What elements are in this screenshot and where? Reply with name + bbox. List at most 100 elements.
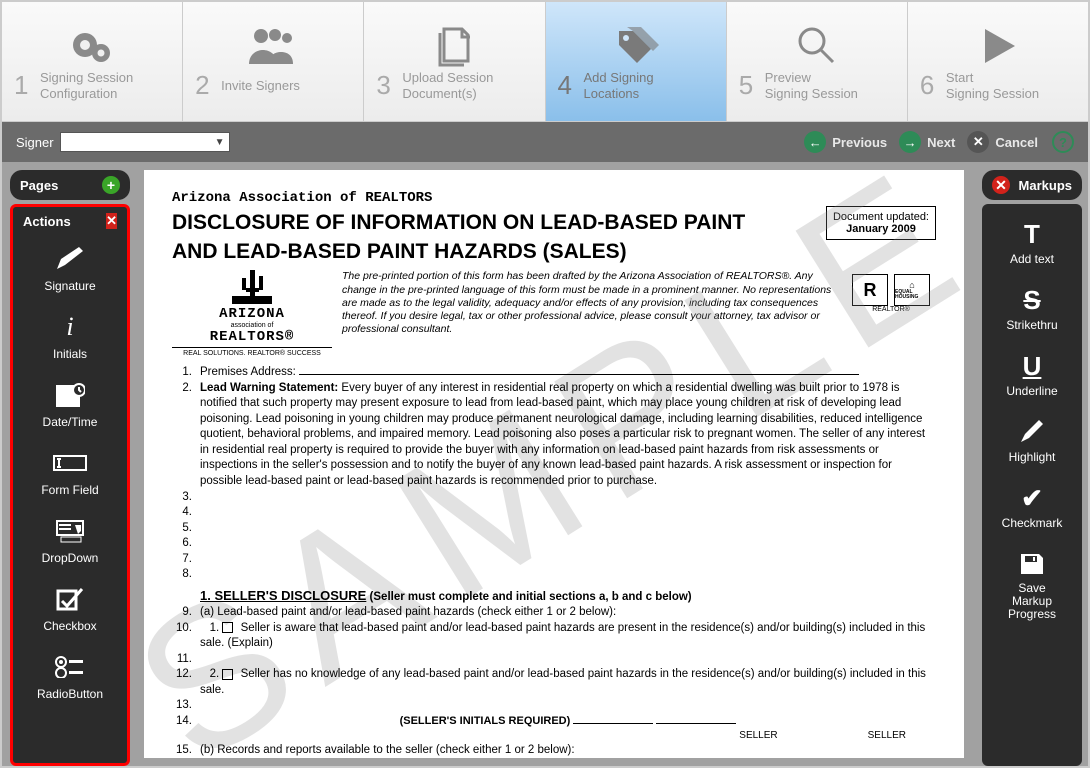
- markups-panel: T Add text S Strikethru U Underline High…: [982, 204, 1082, 766]
- tool-checkbox[interactable]: Checkbox: [17, 575, 123, 643]
- play-icon: [968, 22, 1028, 70]
- tool-initials[interactable]: i Initials: [17, 303, 123, 371]
- close-icon: ✕: [967, 131, 989, 153]
- tool-radiobutton[interactable]: RadioButton: [17, 643, 123, 711]
- step-label: Invite Signers: [221, 78, 300, 94]
- document-page: SAMPLE Arizona Association of REALTORS D…: [144, 170, 964, 758]
- step-label: Add SigningLocations: [584, 70, 654, 101]
- step-label: Upload SessionDocument(s): [402, 70, 493, 101]
- updated-value: January 2009: [831, 223, 931, 235]
- tool-label: Highlight: [1009, 450, 1056, 464]
- step-4[interactable]: 4 Add SigningLocations: [546, 2, 727, 121]
- cactus-icon: [232, 270, 272, 304]
- initials-icon: i: [52, 313, 88, 341]
- checkbox-field[interactable]: [222, 669, 233, 680]
- realtor-r-icon: R: [852, 274, 888, 306]
- tool-label: Strikethru: [1006, 318, 1057, 332]
- warning-text: Every buyer of any interest in residenti…: [200, 382, 925, 487]
- updated-box: Document updated: January 2009: [826, 206, 936, 240]
- step-label: Signing SessionConfiguration: [40, 70, 133, 101]
- realtor-logos: R ⌂EQUAL HOUSING: [846, 274, 936, 306]
- tool-label: Checkbox: [43, 619, 96, 633]
- doc-title-2: AND LEAD-BASED PAINT HAZARDS (SALES): [172, 239, 814, 264]
- arrow-left-icon: ←: [804, 131, 826, 153]
- people-icon: [243, 22, 303, 70]
- magnifier-icon: [787, 22, 847, 70]
- step-number: 6: [920, 70, 938, 101]
- step-label: StartSigning Session: [946, 70, 1039, 101]
- app-window: 1 Signing SessionConfiguration 2 Invite …: [0, 0, 1090, 768]
- arrow-right-icon: →: [899, 131, 921, 153]
- step-number: 5: [739, 70, 757, 101]
- disclaimer: The pre-printed portion of this form has…: [342, 270, 836, 336]
- tags-icon: [606, 22, 666, 70]
- dropdown-icon: [52, 517, 88, 545]
- doc-body: 1.Premises Address: 2.Lead Warning State…: [172, 365, 936, 758]
- previous-label: Previous: [832, 135, 887, 150]
- pages-panel-header[interactable]: Pages +: [10, 170, 130, 200]
- signer-label: Signer: [16, 135, 54, 150]
- previous-button[interactable]: ← Previous: [804, 131, 887, 153]
- plus-icon[interactable]: +: [102, 176, 120, 194]
- document-viewport[interactable]: SAMPLE Arizona Association of REALTORS D…: [130, 170, 978, 766]
- pages-label: Pages: [20, 178, 58, 193]
- markup-strikethru[interactable]: S Strikethru: [984, 276, 1080, 342]
- markup-underline[interactable]: U Underline: [984, 342, 1080, 408]
- tool-datetime[interactable]: 12 Date/Time: [17, 371, 123, 439]
- actions-panel: Actions ✕ Signature i Initials 12 Date/T…: [10, 204, 130, 766]
- close-icon[interactable]: ✕: [992, 176, 1010, 194]
- text-icon: T: [1024, 220, 1040, 248]
- tool-label: Underline: [1006, 384, 1057, 398]
- tool-label: SaveMarkupProgress: [1008, 582, 1056, 622]
- doc-title: DISCLOSURE OF INFORMATION ON LEAD-BASED …: [172, 210, 814, 235]
- tool-label: Form Field: [41, 483, 98, 497]
- checkbox-icon: [52, 585, 88, 613]
- checkbox-field[interactable]: [222, 622, 233, 633]
- next-label: Next: [927, 135, 955, 150]
- tool-label: Date/Time: [43, 415, 98, 429]
- help-button[interactable]: ?: [1052, 131, 1074, 153]
- tool-label: Checkmark: [1002, 516, 1063, 530]
- step-6[interactable]: 6 StartSigning Session: [908, 2, 1088, 121]
- signer-dropdown[interactable]: [60, 132, 230, 152]
- wizard-steps: 1 Signing SessionConfiguration 2 Invite …: [2, 2, 1088, 122]
- navbar: Signer ← Previous → Next ✕ Cancel ?: [2, 122, 1088, 162]
- step-number: 2: [195, 70, 213, 101]
- next-button[interactable]: → Next: [899, 131, 955, 153]
- tool-label: Initials: [53, 347, 87, 361]
- tool-formfield[interactable]: Form Field: [17, 439, 123, 507]
- strikethrough-icon: S: [1023, 286, 1040, 314]
- textfield-icon: [52, 449, 88, 477]
- close-icon[interactable]: ✕: [106, 213, 117, 229]
- tool-label: Signature: [44, 279, 95, 293]
- markups-panel-header[interactable]: Markups ✕: [982, 170, 1082, 200]
- markup-checkmark[interactable]: ✔ Checkmark: [984, 474, 1080, 540]
- save-icon: [1019, 550, 1045, 578]
- step-3[interactable]: 3 Upload SessionDocument(s): [364, 2, 545, 121]
- markup-add-text[interactable]: T Add text: [984, 210, 1080, 276]
- underline-icon: U: [1023, 352, 1042, 380]
- tool-label: Add text: [1010, 252, 1054, 266]
- gear-icon: [62, 22, 122, 70]
- doc-assoc: Arizona Association of REALTORS: [172, 190, 936, 206]
- step-5[interactable]: 5 PreviewSigning Session: [727, 2, 908, 121]
- step-label: PreviewSigning Session: [765, 70, 858, 101]
- documents-icon: [424, 22, 484, 70]
- step-1[interactable]: 1 Signing SessionConfiguration: [2, 2, 183, 121]
- markup-save-progress[interactable]: SaveMarkupProgress: [984, 540, 1080, 632]
- step-number: 1: [14, 70, 32, 101]
- workspace: Pages + Actions ✕ Signature i Initials 1…: [2, 162, 1088, 766]
- step-number: 3: [376, 70, 394, 101]
- tool-signature[interactable]: Signature: [17, 235, 123, 303]
- calendar-icon: 12: [52, 381, 88, 409]
- radio-icon: [52, 653, 88, 681]
- svg-text:12: 12: [62, 392, 74, 404]
- cancel-button[interactable]: ✕ Cancel: [967, 131, 1038, 153]
- markup-highlight[interactable]: Highlight: [984, 408, 1080, 474]
- pen-icon: [52, 245, 88, 273]
- highlighter-icon: [1019, 418, 1045, 446]
- step-2[interactable]: 2 Invite Signers: [183, 2, 364, 121]
- cancel-label: Cancel: [995, 135, 1038, 150]
- tool-dropdown[interactable]: DropDown: [17, 507, 123, 575]
- tool-label: RadioButton: [37, 687, 103, 701]
